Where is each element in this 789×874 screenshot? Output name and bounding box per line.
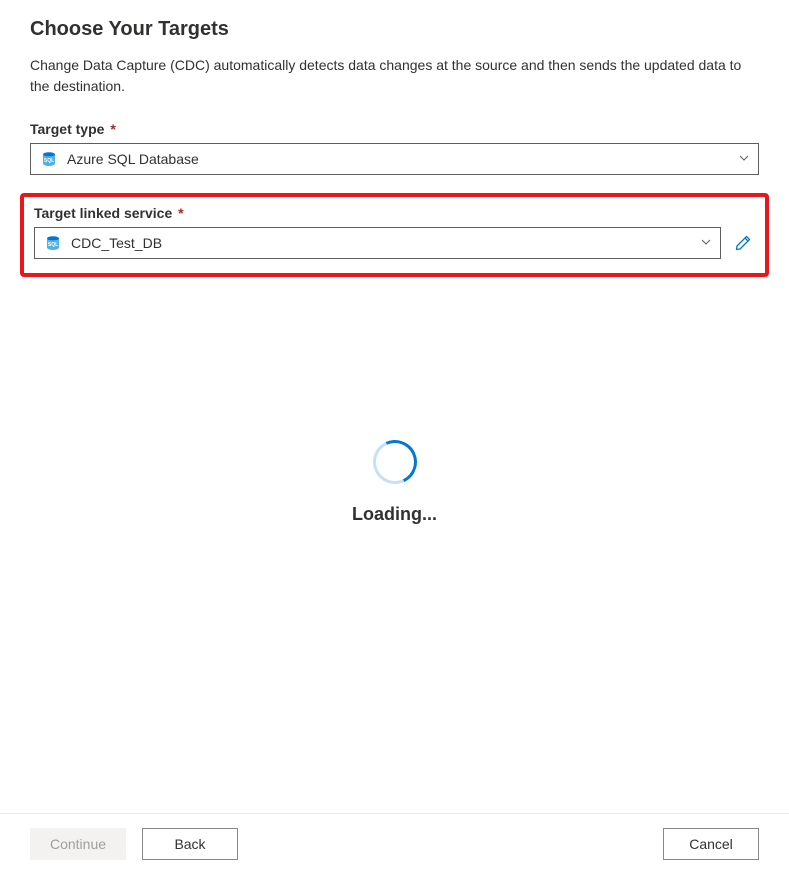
edit-icon[interactable] xyxy=(731,231,755,255)
svg-text:SQL: SQL xyxy=(48,242,58,248)
target-linked-service-label-text: Target linked service xyxy=(34,205,172,221)
azure-sql-icon: SQL xyxy=(39,149,59,169)
required-indicator: * xyxy=(106,121,115,137)
target-type-dropdown[interactable]: SQL Azure SQL Database xyxy=(30,143,759,175)
target-linked-service-highlight: Target linked service * SQL CDC_Test_DB xyxy=(20,193,769,277)
continue-button: Continue xyxy=(30,828,126,860)
target-linked-service-dropdown[interactable]: SQL CDC_Test_DB xyxy=(34,227,721,259)
cancel-button[interactable]: Cancel xyxy=(663,828,759,860)
loading-area: Loading... xyxy=(0,440,789,525)
svg-text:SQL: SQL xyxy=(44,158,54,164)
page-description: Change Data Capture (CDC) automatically … xyxy=(30,55,759,97)
chevron-down-icon xyxy=(738,152,750,167)
back-button[interactable]: Back xyxy=(142,828,238,860)
footer: Continue Back Cancel xyxy=(0,813,789,874)
target-linked-service-value: CDC_Test_DB xyxy=(71,235,692,251)
target-type-label-text: Target type xyxy=(30,121,104,137)
target-linked-service-label: Target linked service * xyxy=(34,205,755,221)
chevron-down-icon xyxy=(700,236,712,251)
spinner-icon xyxy=(366,434,422,490)
target-type-field: Target type * SQL Azure SQL Database xyxy=(30,121,759,175)
target-type-value: Azure SQL Database xyxy=(67,151,730,167)
target-type-label: Target type * xyxy=(30,121,759,137)
page-title: Choose Your Targets xyxy=(30,18,759,41)
required-indicator: * xyxy=(174,205,183,221)
azure-sql-icon: SQL xyxy=(43,233,63,253)
loading-text: Loading... xyxy=(352,504,437,525)
